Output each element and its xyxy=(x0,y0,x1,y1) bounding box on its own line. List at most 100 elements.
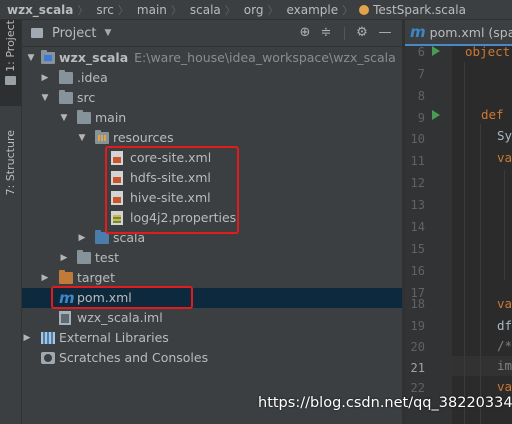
line-number: 12 xyxy=(410,176,425,190)
tree-item-iml[interactable]: wzx_scala.iml xyxy=(22,308,402,328)
chevron-right-icon: 〉 xyxy=(342,3,354,17)
expand-arrow-icon[interactable]: ▼ xyxy=(59,108,69,128)
breadcrumb-org[interactable]: org xyxy=(236,3,268,17)
line-number: 19 xyxy=(410,319,425,333)
expand-arrow-icon[interactable]: ▼ xyxy=(40,88,50,108)
structure-tool-tab-label: 7: Structure xyxy=(4,130,17,196)
tool-window-strip: 1: Project 7: Structure xyxy=(0,20,22,424)
line-number: 14 xyxy=(410,220,425,234)
line-number: 7 xyxy=(417,67,425,81)
tree-item-label: main xyxy=(95,110,127,125)
iml-file-icon xyxy=(59,311,71,325)
toolbar-divider xyxy=(344,27,345,40)
chevron-right-icon: 〉 xyxy=(117,3,129,17)
tree-item-label: src xyxy=(77,90,96,105)
code-line-21: im xyxy=(452,356,512,376)
chevron-right-icon: 〉 xyxy=(224,3,236,17)
code-def-keyword: def xyxy=(481,107,504,122)
dropdown-arrow-icon[interactable]: ▼ xyxy=(104,28,111,38)
chevron-right-icon: 〉 xyxy=(77,3,89,17)
tree-item-label: Scratches and Consoles xyxy=(59,350,209,365)
indent-guide xyxy=(464,62,465,424)
code-line-19: df xyxy=(497,318,512,333)
chevron-right-icon: 〉 xyxy=(267,3,279,17)
code-line-22: va xyxy=(497,379,512,394)
project-view-selector[interactable]: Project xyxy=(52,26,96,41)
folder-icon xyxy=(59,90,73,104)
collapse-arrow-icon[interactable]: ▶ xyxy=(59,248,69,268)
project-tool-tab-label: 1: Project xyxy=(4,20,17,72)
line-number: 10 xyxy=(410,132,425,146)
indent-guide xyxy=(480,124,481,424)
code-line-10: Sy xyxy=(497,128,512,143)
tree-item-label: target xyxy=(77,270,116,285)
watermark-text: https://blog.csdn.net/qq_38220334 xyxy=(258,395,512,411)
run-gutter-icon[interactable] xyxy=(432,46,440,56)
indent-guide xyxy=(504,170,505,280)
project-tool-tab[interactable]: 1: Project xyxy=(0,20,21,106)
expand-arrow-icon[interactable]: ▼ xyxy=(26,48,36,68)
line-number: 20 xyxy=(410,340,425,354)
tree-item-idea[interactable]: ▶ .idea xyxy=(22,68,402,88)
line-number: 11 xyxy=(410,154,425,168)
folder-icon xyxy=(5,75,16,85)
excluded-folder-icon xyxy=(59,270,73,284)
expand-arrow-icon[interactable]: ▼ xyxy=(77,128,87,148)
tree-item-wzx-scala[interactable]: ▼ wzx_scala E:\ware_house\idea_workspace\… xyxy=(22,48,402,68)
collapse-arrow-icon[interactable]: ▶ xyxy=(77,228,87,248)
code-line-21-text: im xyxy=(497,358,512,373)
code-editor[interactable]: object def Sy va va df /* im va xyxy=(452,46,512,424)
line-number: 16 xyxy=(410,264,425,278)
navigation-bar: wzx_scala 〉 src 〉 main 〉 scala 〉 org 〉 e… xyxy=(0,0,512,20)
tree-item-label: resources xyxy=(113,130,174,145)
tree-item-scratches[interactable]: Scratches and Consoles xyxy=(22,348,402,368)
collapse-arrow-icon[interactable]: ▶ xyxy=(22,328,32,348)
run-gutter-icon[interactable] xyxy=(432,110,440,120)
resources-folder-icon xyxy=(95,130,109,144)
chevron-right-icon: 〉 xyxy=(170,3,182,17)
line-number-active: 21 xyxy=(410,361,425,375)
tree-item-label: wzx_scala.iml xyxy=(77,310,163,325)
editor-tab-label: pom.xml (spar xyxy=(429,25,512,40)
hide-panel-icon[interactable]: — xyxy=(378,26,392,40)
pom-highlight-box xyxy=(51,286,193,309)
module-folder-icon xyxy=(41,50,55,64)
code-object-keyword: object xyxy=(465,46,511,59)
tree-item-external-libraries[interactable]: ▶ External Libraries xyxy=(22,328,402,348)
collapse-arrow-icon[interactable]: ▶ xyxy=(40,68,50,88)
folder-icon xyxy=(77,250,91,264)
code-line-18: va xyxy=(497,296,512,311)
collapse-arrow-icon[interactable]: ▶ xyxy=(40,268,50,288)
folder-icon xyxy=(59,70,73,84)
breadcrumb-main[interactable]: main xyxy=(129,3,171,17)
breadcrumb-project[interactable]: wzx_scala xyxy=(0,3,77,17)
scala-object-icon xyxy=(359,4,370,15)
tree-item-label: test xyxy=(95,250,120,265)
gear-icon[interactable]: ⚙ xyxy=(355,26,369,40)
breadcrumb-src[interactable]: src xyxy=(88,3,118,17)
tree-item-test[interactable]: ▶ test xyxy=(22,248,402,268)
tree-item-resources[interactable]: ▼ resources xyxy=(22,128,402,148)
breadcrumb-scala[interactable]: scala xyxy=(182,3,225,17)
line-number: 9 xyxy=(417,111,425,125)
line-number: 6 xyxy=(417,45,425,59)
tree-item-label: External Libraries xyxy=(59,330,169,345)
tree-item-src[interactable]: ▼ src xyxy=(22,88,402,108)
project-panel-header: Project ▼ ⊕ ≑ ⚙ — xyxy=(22,20,402,47)
breadcrumb-file[interactable]: TestSpark.scala xyxy=(372,3,470,17)
tree-item-main[interactable]: ▼ main xyxy=(22,108,402,128)
line-number: 8 xyxy=(417,89,425,103)
code-line-20: /* xyxy=(497,338,512,353)
locate-target-icon[interactable]: ⊕ xyxy=(298,26,312,40)
library-icon xyxy=(41,332,55,344)
collapse-all-icon[interactable]: ≑ xyxy=(319,26,333,40)
structure-tool-tab[interactable]: 7: Structure xyxy=(0,130,21,195)
tree-item-label: wzx_scala xyxy=(59,50,129,65)
resources-highlight-box xyxy=(105,146,239,234)
breadcrumb-example[interactable]: example xyxy=(278,3,342,17)
project-icon xyxy=(31,28,43,38)
tree-item-label: .idea xyxy=(77,70,108,85)
tree-item-target[interactable]: ▶ target xyxy=(22,268,402,288)
maven-icon: m xyxy=(410,23,426,41)
scratches-icon xyxy=(41,352,55,364)
